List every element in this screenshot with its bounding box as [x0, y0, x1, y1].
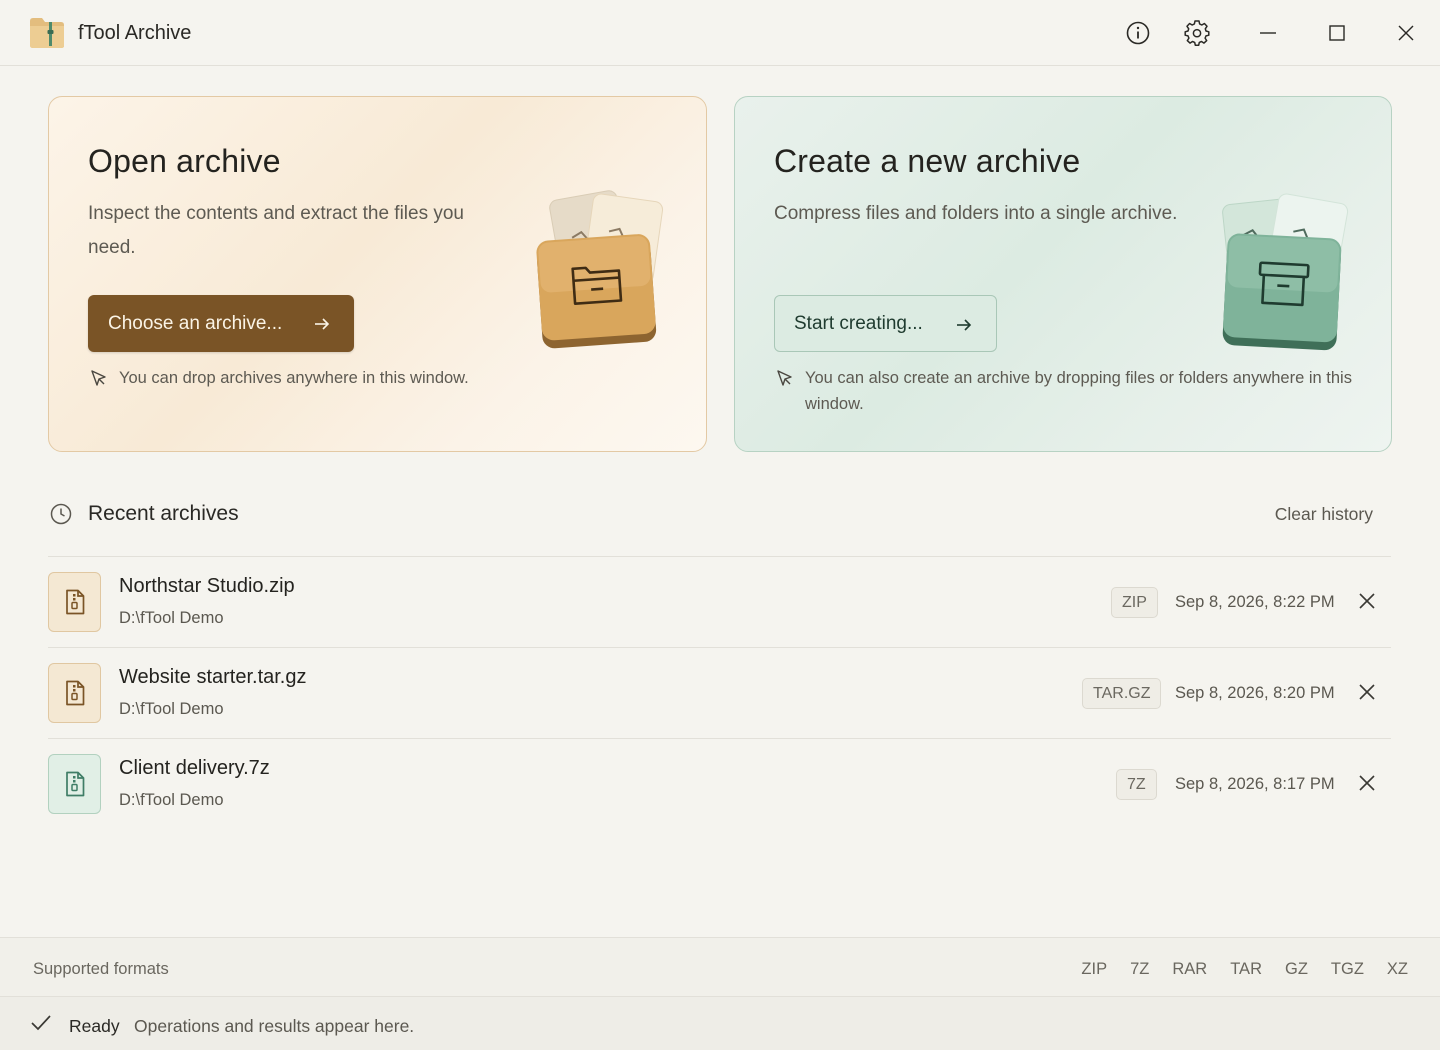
minimize-button[interactable]: [1251, 16, 1285, 50]
close-icon: [1398, 25, 1414, 41]
list-item[interactable]: Website starter.tar.gz D:\fTool Demo TAR…: [48, 647, 1391, 738]
list-item[interactable]: Client delivery.7z D:\fTool Demo 7Z Sep …: [48, 738, 1391, 829]
open-archive-hint: You can drop archives anywhere in this w…: [88, 365, 469, 391]
recent-archives-list: Northstar Studio.zip D:\fTool Demo ZIP S…: [48, 556, 1391, 829]
formats-list: ZIP 7Z RAR TAR GZ TGZ XZ: [1081, 960, 1408, 979]
close-window-button[interactable]: [1389, 16, 1423, 50]
choose-archive-label: Choose an archive...: [108, 312, 283, 334]
cursor-icon: [777, 370, 792, 386]
clear-history-button[interactable]: Clear history: [1275, 504, 1373, 525]
type-badge: 7Z: [1116, 769, 1157, 800]
file-date: Sep 8, 2026, 8:20 PM: [1175, 684, 1335, 702]
open-archive-description: Inspect the contents and extract the fil…: [88, 203, 465, 258]
create-archive-title: Create a new archive: [774, 143, 1081, 179]
open-archive-hint-text: You can drop archives anywhere in this w…: [119, 369, 469, 387]
choose-archive-button[interactable]: Choose an archive...: [88, 295, 354, 352]
start-creating-label: Start creating...: [794, 312, 923, 334]
title-bar: fTool Archive: [0, 0, 1440, 66]
remove-close-icon[interactable]: [1356, 681, 1378, 703]
cursor-icon: [91, 370, 106, 386]
format-tar: TAR: [1230, 960, 1262, 978]
start-creating-button[interactable]: Start creating...: [774, 295, 997, 352]
format-xz: XZ: [1386, 960, 1408, 978]
file-path: D:\fTool Demo: [119, 609, 224, 627]
file-date: Sep 8, 2026, 8:22 PM: [1175, 593, 1335, 611]
checkmark-icon: [31, 1015, 51, 1031]
create-archive-card: Create a new archive Compress files and …: [734, 96, 1392, 452]
create-archive-description: Compress files and folders into a single…: [774, 203, 1178, 224]
file-date: Sep 8, 2026, 8:17 PM: [1175, 775, 1335, 793]
supported-formats-bar: Supported formats ZIP 7Z RAR TAR GZ TGZ …: [0, 937, 1440, 997]
remove-close-icon[interactable]: [1356, 772, 1378, 794]
format-gz: GZ: [1284, 960, 1308, 978]
minimize-icon: [1260, 32, 1276, 34]
open-archive-title: Open archive: [88, 143, 281, 179]
list-item[interactable]: Northstar Studio.zip D:\fTool Demo ZIP S…: [48, 556, 1391, 647]
format-zip: ZIP: [1081, 960, 1108, 978]
file-path: D:\fTool Demo: [119, 791, 224, 809]
7z-file-icon: [48, 754, 101, 814]
format-rar: RAR: [1172, 960, 1208, 978]
info-icon: [1126, 21, 1150, 45]
clock-icon: [50, 503, 72, 525]
create-archive-hint-text: You can also create an archive by droppi…: [805, 369, 1352, 413]
file-path: D:\fTool Demo: [119, 700, 224, 718]
open-archive-card: Open archive Inspect the contents and ex…: [48, 96, 707, 452]
type-badge: TAR.GZ: [1082, 678, 1162, 709]
status-message: Operations and results appear here.: [134, 1016, 415, 1036]
archive-box-illustration-icon: [1222, 193, 1349, 351]
settings-button[interactable]: [1180, 16, 1214, 50]
arrow-right-icon: [315, 318, 330, 330]
supported-formats-label: Supported formats: [33, 960, 169, 978]
recent-archives-header: Recent archives Clear history: [48, 500, 1392, 530]
arrow-right-icon: [957, 319, 972, 331]
remove-close-icon[interactable]: [1356, 590, 1378, 612]
app-title: fTool Archive: [78, 22, 192, 44]
create-archive-hint: You can also create an archive by droppi…: [774, 365, 1364, 417]
type-badge: ZIP: [1111, 587, 1158, 618]
maximize-button[interactable]: [1320, 16, 1354, 50]
maximize-icon: [1329, 25, 1345, 41]
zip-file-icon: [48, 572, 101, 632]
info-button[interactable]: [1121, 16, 1155, 50]
targz-file-icon: [48, 663, 101, 723]
app-logo-icon: [29, 17, 65, 49]
open-folder-illustration-icon: [536, 190, 664, 349]
recent-archives-title: Recent archives: [88, 502, 239, 525]
status-bar: Ready Operations and results appear here…: [0, 996, 1440, 1050]
format-7z: 7Z: [1130, 960, 1150, 978]
file-name: Client delivery.7z: [119, 757, 270, 779]
file-name: Northstar Studio.zip: [119, 575, 295, 597]
format-tgz: TGZ: [1330, 960, 1364, 978]
status-state: Ready: [69, 1016, 120, 1036]
file-name: Website starter.tar.gz: [119, 666, 307, 688]
gear-icon: [1184, 20, 1210, 46]
